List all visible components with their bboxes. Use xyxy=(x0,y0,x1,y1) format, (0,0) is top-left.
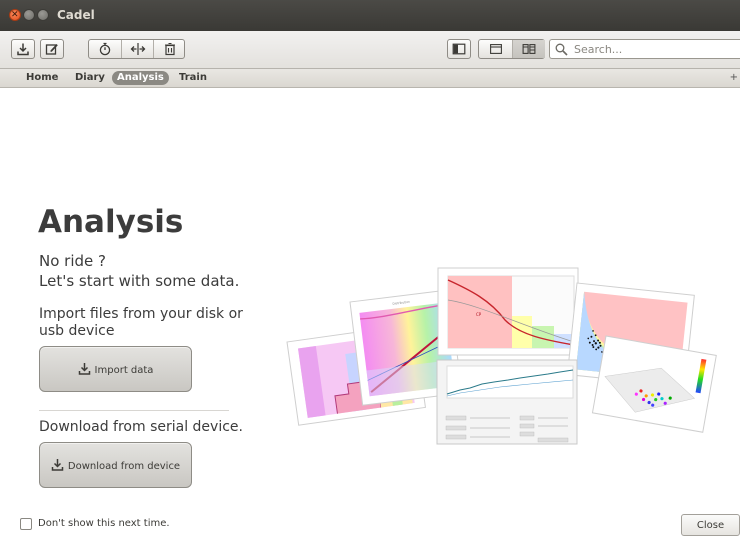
svg-text:CP: CP xyxy=(476,312,482,317)
dont-show-checkbox[interactable] xyxy=(20,518,32,530)
analysis-preview-image: Distribution CP xyxy=(286,267,717,445)
preview-chart-ride-plot xyxy=(436,359,578,445)
preview-chart-3d xyxy=(591,335,717,433)
preview-chart-histogram: CP xyxy=(437,267,579,356)
dont-show-label: Don't show this next time. xyxy=(38,518,170,529)
close-button[interactable]: Close xyxy=(681,514,740,536)
